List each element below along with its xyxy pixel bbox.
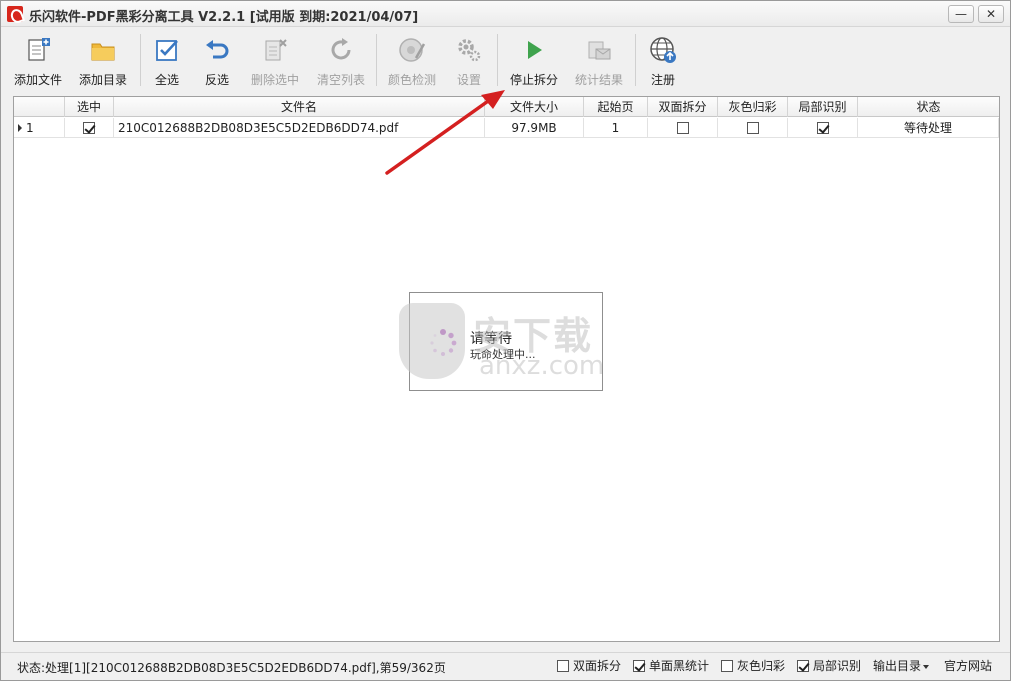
header-size[interactable]: 文件大小 <box>485 97 584 117</box>
color-wheel-icon <box>399 38 426 62</box>
row-index: 1 <box>26 121 34 135</box>
statistics-button[interactable]: 统计结果 <box>571 32 627 88</box>
globe-icon <box>650 37 676 63</box>
row-duplex-cell <box>648 118 718 138</box>
statistics-label: 统计结果 <box>574 73 623 87</box>
settings-label: 设置 <box>456 73 481 87</box>
header-start-page[interactable]: 起始页 <box>584 97 648 117</box>
toolbar-separator <box>635 34 636 86</box>
add-file-label: 添加文件 <box>13 73 62 87</box>
option-gray[interactable]: 灰色归彩 <box>721 658 785 676</box>
add-file-button[interactable]: 添加文件 <box>9 32 67 88</box>
app-window: 乐闪软件-PDF黑彩分离工具 V2.2.1 [试用版 到期:2021/04/07… <box>0 0 1011 681</box>
status-text: 状态:处理[1][210C012688B2DB08D3E5C5D2EDB6DD7… <box>17 661 446 675</box>
row-selected-checkbox[interactable] <box>83 121 95 134</box>
option-duplex[interactable]: 双面拆分 <box>557 658 621 676</box>
clear-list-button[interactable]: 清空列表 <box>313 32 369 88</box>
delete-selected-button[interactable]: 删除选中 <box>247 32 303 88</box>
single-black-checkbox[interactable] <box>633 659 645 672</box>
wait-title: 请等待 <box>470 331 512 347</box>
row-start-page[interactable]: 1 <box>584 118 648 138</box>
minimize-button[interactable]: — <box>948 5 974 23</box>
status-bar: 状态:处理[1][210C012688B2DB08D3E5C5D2EDB6DD7… <box>1 652 1010 680</box>
delete-doc-icon <box>265 39 287 61</box>
refresh-icon <box>331 38 351 60</box>
stop-split-label: 停止拆分 <box>509 73 558 87</box>
delete-selected-label: 删除选中 <box>250 73 299 87</box>
row-gray-checkbox[interactable] <box>746 121 759 134</box>
row-local-checkbox[interactable] <box>816 121 829 134</box>
row-size: 97.9MB <box>485 118 584 138</box>
row-selected-cell <box>65 118 114 138</box>
header-selected[interactable]: 选中 <box>65 97 114 117</box>
row-index-cell: 1 <box>14 118 65 138</box>
website-link[interactable]: 官方网站 <box>944 658 992 674</box>
invert-selection-button[interactable]: 反选 <box>197 32 237 88</box>
local-label: 局部识别 <box>813 659 862 673</box>
output-dir-dropdown[interactable]: 输出目录 <box>873 658 930 674</box>
gears-icon <box>458 39 481 62</box>
register-button[interactable]: 注册 <box>643 32 683 88</box>
window-title: 乐闪软件-PDF黑彩分离工具 V2.2.1 [试用版 到期:2021/04/07… <box>29 10 419 25</box>
toolbar-separator <box>497 34 498 86</box>
row-pointer-icon <box>18 123 22 132</box>
row-filename: 210C012688B2DB08D3E5C5D2EDB6DD74.pdf <box>114 118 485 138</box>
color-detect-label: 颜色检测 <box>387 73 436 87</box>
wait-subtitle: 玩命处理中... <box>470 348 536 361</box>
single-black-label: 单面黑统计 <box>649 659 710 673</box>
folder-icon <box>91 43 115 61</box>
stop-split-button[interactable]: 停止拆分 <box>505 32 563 88</box>
add-file-icon <box>28 38 50 61</box>
select-all-button[interactable]: 全选 <box>147 32 187 88</box>
add-dir-button[interactable]: 添加目录 <box>74 32 132 88</box>
header-status[interactable]: 状态 <box>858 97 999 117</box>
duplex-label: 双面拆分 <box>573 659 622 673</box>
clear-list-label: 清空列表 <box>316 73 365 87</box>
settings-button[interactable]: 设置 <box>451 32 487 88</box>
undo-arrow-icon <box>206 40 229 59</box>
add-dir-label: 添加目录 <box>78 73 127 87</box>
play-icon <box>528 41 542 59</box>
header-gray[interactable]: 灰色归彩 <box>718 97 788 117</box>
stats-mail-icon <box>588 41 611 60</box>
row-local-cell <box>788 118 858 138</box>
header-filename[interactable]: 文件名 <box>114 97 485 117</box>
toolbar: 添加文件 添加目录 全选 反选 删除选中 清空列表 颜色检测 设置 停止拆分 统… <box>1 28 1010 92</box>
row-gray-cell <box>718 118 788 138</box>
output-dir-label: 输出目录 <box>873 659 922 673</box>
title-bar[interactable]: 乐闪软件-PDF黑彩分离工具 V2.2.1 [试用版 到期:2021/04/07… <box>1 1 1010 27</box>
wait-dialog: 请等待 玩命处理中... <box>409 292 603 391</box>
color-detect-button[interactable]: 颜色检测 <box>383 32 441 88</box>
row-status: 等待处理 <box>858 118 999 138</box>
register-label: 注册 <box>650 73 675 87</box>
header-index <box>14 97 65 117</box>
pdf-logo-icon <box>7 6 23 22</box>
option-local[interactable]: 局部识别 <box>797 658 861 676</box>
chevron-down-icon <box>923 664 930 669</box>
toolbar-separator <box>376 34 377 86</box>
gray-checkbox[interactable] <box>721 659 733 672</box>
invert-label: 反选 <box>204 73 229 87</box>
row-duplex-checkbox[interactable] <box>676 121 689 134</box>
loading-spinner-icon <box>430 329 457 356</box>
select-all-label: 全选 <box>154 73 179 87</box>
local-checkbox[interactable] <box>797 659 809 672</box>
duplex-checkbox[interactable] <box>557 659 569 672</box>
option-single-black[interactable]: 单面黑统计 <box>633 658 709 676</box>
close-button[interactable]: ✕ <box>978 5 1004 23</box>
checkbox-checked-icon <box>156 40 178 61</box>
toolbar-separator <box>140 34 141 86</box>
gray-label: 灰色归彩 <box>737 659 786 673</box>
header-local[interactable]: 局部识别 <box>788 97 858 117</box>
grid-header: 选中 文件名 文件大小 起始页 双面拆分 灰色归彩 局部识别 状态 <box>14 97 999 117</box>
table-row[interactable]: 1 210C012688B2DB08D3E5C5D2EDB6DD74.pdf 9… <box>14 118 999 138</box>
header-duplex[interactable]: 双面拆分 <box>648 97 718 117</box>
